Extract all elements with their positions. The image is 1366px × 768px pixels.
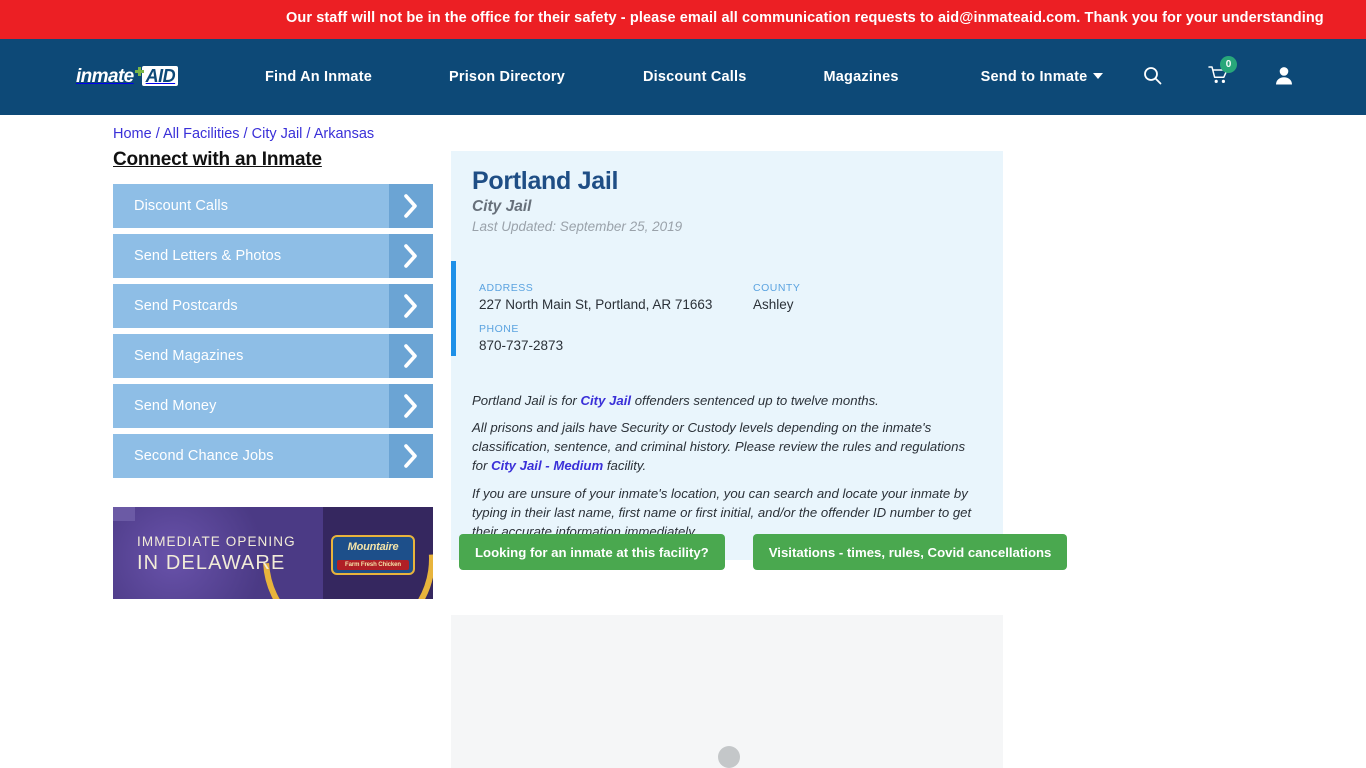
chevron-right-icon <box>389 334 433 378</box>
logo-word-inmate: inmate <box>76 65 134 87</box>
nav-item-find-an-inmate[interactable]: Find An Inmate <box>265 69 372 85</box>
breadcrumb-separator: / <box>239 126 252 142</box>
chevron-right-icon <box>389 384 433 428</box>
link-city-jail[interactable]: City Jail <box>580 393 631 408</box>
ad-corner-decoration <box>113 507 135 521</box>
nav-item-prison-directory[interactable]: Prison Directory <box>449 69 565 85</box>
facility-address-value: 227 North Main St, Portland, AR 71663 <box>479 297 713 312</box>
nav-item-send-to-inmate-label: Send to Inmate <box>980 69 1088 85</box>
sidebar-item-second-chance-jobs[interactable]: Second Chance Jobs <box>113 434 433 478</box>
main-navigation-bar: inmate AID Find An Inmate Prison Directo… <box>0 39 1366 115</box>
chevron-right-icon <box>389 234 433 278</box>
sidebar-item-label: Send Letters & Photos <box>134 248 282 264</box>
accent-bar <box>451 261 456 356</box>
link-city-jail-medium[interactable]: City Jail - Medium <box>491 458 603 473</box>
ad-brand-name: Mountaire <box>347 541 399 553</box>
facility-last-updated: Last Updated: September 25, 2019 <box>472 219 683 234</box>
nav-item-discount-calls[interactable]: Discount Calls <box>643 69 747 85</box>
facility-description-paragraph-1: Portland Jail is for City Jail offenders… <box>472 391 982 410</box>
look-for-inmate-button[interactable]: Looking for an inmate at this facility? <box>459 534 725 570</box>
facility-address: ADDRESS 227 North Main St, Portland, AR … <box>479 282 712 312</box>
breadcrumb-separator: / <box>151 126 163 142</box>
facility-phone: PHONE 870-737-2873 <box>479 323 563 353</box>
cart-count-badge: 0 <box>1220 56 1237 73</box>
chevron-right-icon <box>389 434 433 478</box>
facility-county: COUNTY Ashley <box>753 282 800 312</box>
ad-headline-line2: IN DELAWARE <box>137 552 286 574</box>
facility-phone-value: 870-737-2873 <box>479 338 564 353</box>
breadcrumb-separator: / <box>302 126 314 142</box>
facility-county-value: Ashley <box>753 297 794 312</box>
sidebar-item-discount-calls[interactable]: Discount Calls <box>113 184 433 228</box>
visitations-button[interactable]: Visitations - times, rules, Covid cancel… <box>752 534 1068 570</box>
sidebar-item-send-money[interactable]: Send Money <box>113 384 433 428</box>
page-title: Portland Jail <box>472 167 619 195</box>
sidebar-item-send-magazines[interactable]: Send Magazines <box>113 334 433 378</box>
navigation-icons: 0 <box>1143 56 1293 85</box>
sidebar-item-send-letters-photos[interactable]: Send Letters & Photos <box>113 234 433 278</box>
facility-description-paragraph-3: If you are unsure of your inmate's locat… <box>472 486 972 539</box>
mountaire-logo: Mountaire Farm Fresh Chicken <box>331 535 415 575</box>
paragraph-1-text-after: offenders sentenced up to twelve months. <box>631 393 879 408</box>
breadcrumb-item-city-jail[interactable]: City Jail <box>252 126 303 142</box>
chevron-right-icon <box>389 284 433 328</box>
paragraph-1-text-before: Portland Jail is for <box>472 393 581 408</box>
sidebar-item-label: Discount Calls <box>134 198 229 214</box>
content-loading-area <box>451 615 1003 768</box>
sidebar-item-send-postcards[interactable]: Send Postcards <box>113 284 433 328</box>
nav-item-magazines[interactable]: Magazines <box>824 69 899 85</box>
sidebar-advertisement[interactable]: IMMEDIATE OPENING IN DELAWARE Mountaire … <box>113 507 433 599</box>
breadcrumb-item-all-facilities[interactable]: All Facilities <box>163 126 240 142</box>
loading-spinner-icon <box>718 746 740 768</box>
cart-icon[interactable]: 0 <box>1208 56 1237 85</box>
sidebar-item-label: Send Money <box>134 398 217 414</box>
page-content: Home / All Facilities / City Jail / Arka… <box>0 115 1366 768</box>
logo-word-aid: AID <box>141 65 179 87</box>
facility-description-paragraph-2: All prisons and jails have Security or C… <box>472 418 982 475</box>
ad-headline-line1: IMMEDIATE OPENING <box>137 534 296 549</box>
breadcrumb-item-arkansas[interactable]: Arkansas <box>314 126 374 142</box>
paragraph-2-text-after: facility. <box>603 458 647 473</box>
facility-type: City Jail <box>472 198 532 215</box>
facility-cta-row: Looking for an inmate at this facility? … <box>459 534 1068 570</box>
facility-main-column: Portland Jail City Jail Last Updated: Se… <box>451 115 1068 768</box>
connect-sidebar: Connect with an Inmate Discount Calls Se… <box>113 149 433 484</box>
site-alert-text: Our staff will not be in the office for … <box>286 10 1324 26</box>
breadcrumb: Home / All Facilities / City Jail / Arka… <box>113 126 374 142</box>
facility-address-label: ADDRESS <box>479 282 534 294</box>
sidebar-item-label: Send Magazines <box>134 348 244 364</box>
site-logo[interactable]: inmate AID <box>76 65 179 87</box>
navigation-links: Find An Inmate Prison Directory Discount… <box>265 69 1104 85</box>
facility-contact-block: ADDRESS 227 North Main St, Portland, AR … <box>451 261 1003 356</box>
site-alert-banner: Our staff will not be in the office for … <box>0 0 1366 39</box>
plus-icon <box>134 67 144 79</box>
chevron-down-icon <box>1093 73 1104 79</box>
nav-item-send-to-inmate[interactable]: Send to Inmate <box>981 69 1104 85</box>
facility-info-panel: Portland Jail City Jail Last Updated: Se… <box>451 151 1003 560</box>
user-icon[interactable] <box>1275 66 1293 85</box>
chevron-right-icon <box>389 184 433 228</box>
sidebar-title: Connect with an Inmate <box>113 149 322 170</box>
facility-phone-label: PHONE <box>479 323 519 335</box>
sidebar-item-label: Second Chance Jobs <box>134 448 274 464</box>
search-icon[interactable] <box>1143 66 1162 85</box>
facility-county-label: COUNTY <box>753 282 801 294</box>
ad-brand-tagline: Farm Fresh Chicken <box>337 560 409 570</box>
breadcrumb-item-home[interactable]: Home <box>113 126 152 142</box>
sidebar-item-label: Send Postcards <box>134 298 238 314</box>
